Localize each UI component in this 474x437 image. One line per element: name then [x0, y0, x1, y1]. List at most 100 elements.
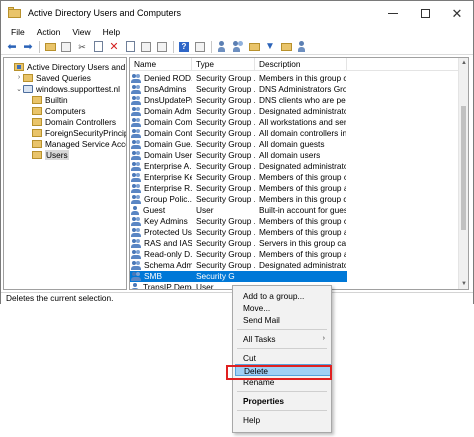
list-row[interactable]: Denied ROD... Security Group ... Members i… [130, 73, 347, 84]
menu-help[interactable]: Help [97, 27, 126, 37]
tree-item[interactable]: ⌄ windows.supporttest.nl [15, 83, 120, 94]
cell-description: Built-in account for gues [259, 205, 346, 215]
help-icon[interactable]: ? [178, 41, 190, 53]
tree-item[interactable]: › Saved Queries [15, 72, 91, 83]
tree-item[interactable]: Active Directory Users and Comp [6, 61, 126, 72]
tree-item[interactable]: Domain Controllers [24, 116, 116, 127]
console-icon[interactable] [194, 41, 206, 53]
add-to-group-icon[interactable] [296, 41, 308, 53]
cell-type: Security Group ... [196, 183, 255, 193]
list-row[interactable]: Domain Cont... Security Group ... All doma… [130, 128, 347, 139]
cell-type: Security Group ... [196, 106, 255, 116]
name-text: SMB [144, 271, 162, 281]
cell-name: Denied ROD... [130, 73, 192, 84]
cell-description: Members of this group a [259, 227, 346, 237]
refresh-icon[interactable] [156, 41, 168, 53]
cell-name: Enterprise Ke... [130, 172, 192, 183]
cell-name: Domain Users [130, 150, 192, 161]
tree-item[interactable]: Managed Service Accoun [24, 138, 126, 149]
list-row[interactable]: Domain Gue... Security Group ... All domai… [130, 139, 347, 150]
list-row[interactable]: Enterprise A... Security Group ... Designa… [130, 161, 347, 172]
tree-item[interactable]: ForeignSecurityPrincipals [24, 127, 126, 138]
cut-icon[interactable]: ✂ [76, 41, 88, 53]
delete-icon[interactable]: ✕ [108, 41, 120, 53]
menu-item-label: Send Mail [243, 315, 280, 325]
group-icon [131, 250, 142, 259]
list-row[interactable]: Protected Us... Security Group ... Members… [130, 227, 347, 238]
tree-item[interactable]: Computers [24, 105, 86, 116]
menu-item-help[interactable]: Help [233, 414, 331, 426]
cell-type: Security Group ... [196, 172, 255, 182]
column-header-type[interactable]: Type [192, 58, 255, 71]
list-row[interactable]: Domain Com... Security Group ... All works… [130, 117, 347, 128]
find-icon[interactable] [280, 41, 292, 53]
cell-type: Security Group ... [196, 150, 255, 160]
name-text: RAS and IAS ... [144, 238, 192, 248]
tree-item-label: Managed Service Accoun [45, 138, 126, 149]
menu-item-properties[interactable]: Properties [233, 395, 331, 407]
group-icon [131, 162, 142, 171]
up-folder-icon[interactable] [44, 41, 56, 53]
expand-arrow-icon[interactable]: ⌄ [15, 85, 23, 93]
properties-icon[interactable] [124, 41, 136, 53]
column-header-description[interactable]: Description [255, 58, 347, 71]
list-row[interactable]: DnsAdmins Security Group ... DNS Administr… [130, 84, 347, 95]
menu-file[interactable]: File [5, 27, 31, 37]
filter-icon[interactable]: ▼ [264, 41, 276, 53]
tree-pane: Active Directory Users and Comp › Saved Qu… [3, 57, 127, 290]
tree-item[interactable]: Users [24, 149, 69, 160]
vertical-scrollbar[interactable]: ▲ ▼ [458, 58, 468, 289]
column-header-name[interactable]: Name [130, 58, 192, 71]
list-row[interactable]: DnsUpdatePr... Security Group ... DNS clie… [130, 95, 347, 106]
list-row[interactable]: Schema Adm... Security Group ... Designate… [130, 260, 347, 271]
properties-pane-icon[interactable] [60, 41, 72, 53]
list-row[interactable]: Group Polic... Security Group ... Members … [130, 194, 347, 205]
cell-type: Security Group ... [196, 84, 255, 94]
new-ou-icon[interactable] [248, 41, 260, 53]
menu-item-cut[interactable]: Cut [233, 352, 331, 364]
title-bar: Active Directory Users and Computers ✕ [1, 1, 473, 25]
scroll-down-icon[interactable]: ▼ [459, 279, 468, 289]
copy-icon[interactable] [92, 41, 104, 53]
cell-name: Domain Adm... [130, 106, 192, 117]
cell-name: Key Admins [130, 216, 192, 227]
list-row[interactable]: Domain Users Security Group ... All domain… [130, 150, 347, 161]
menu-item-move[interactable]: Move... [233, 302, 331, 314]
menu-item-label: Help [243, 415, 261, 425]
scroll-thumb[interactable] [461, 106, 466, 230]
menu-item-add-to-a-group[interactable]: Add to a group... [233, 290, 331, 302]
group-icon [131, 195, 142, 204]
cell-description: Members in this group c [259, 73, 346, 83]
list-row[interactable]: Guest User Built-in account for gues [130, 205, 347, 216]
forward-icon[interactable]: ➡ [22, 41, 34, 53]
list-row[interactable]: SMB Security G [130, 271, 347, 282]
list-row[interactable]: Domain Adm... Security Group ... Designate… [130, 106, 347, 117]
menu-view[interactable]: View [66, 27, 96, 37]
maximize-button[interactable] [409, 1, 441, 25]
tree-item[interactable]: Builtin [24, 94, 68, 105]
submenu-arrow-icon: › [322, 335, 325, 342]
collapse-arrow-icon[interactable]: › [15, 74, 23, 81]
menu-item-all-tasks[interactable]: All Tasks › [233, 333, 331, 345]
new-user-icon[interactable] [216, 41, 228, 53]
export-icon[interactable] [140, 41, 152, 53]
list-row[interactable]: Enterprise Ke... Security Group ... Member… [130, 172, 347, 183]
tree-item-label: ForeignSecurityPrincipals [45, 127, 126, 138]
list-row[interactable]: Key Admins Security Group ... Members of t… [130, 216, 347, 227]
back-icon[interactable]: ⬅ [6, 41, 18, 53]
menu-item-label: Cut [243, 353, 256, 363]
cell-name: Guest [130, 205, 192, 216]
list-row[interactable]: RAS and IAS ... Security Group ... Servers… [130, 238, 347, 249]
minimize-button[interactable] [377, 1, 409, 25]
list-row[interactable]: Read-only D... Security Group ... Members … [130, 249, 347, 260]
new-group-icon[interactable] [232, 41, 244, 53]
scroll-up-icon[interactable]: ▲ [459, 58, 468, 68]
list-row[interactable]: Enterprise R... Security Group ... Members… [130, 183, 347, 194]
group-icon [131, 184, 142, 193]
cell-type: Security Group ... [196, 95, 255, 105]
menu-item-send-mail[interactable]: Send Mail [233, 314, 331, 326]
cell-name: Enterprise R... [130, 183, 192, 194]
cell-description: DNS Administrators Group [259, 84, 346, 94]
close-button[interactable]: ✕ [441, 1, 473, 25]
menu-action[interactable]: Action [31, 27, 67, 37]
